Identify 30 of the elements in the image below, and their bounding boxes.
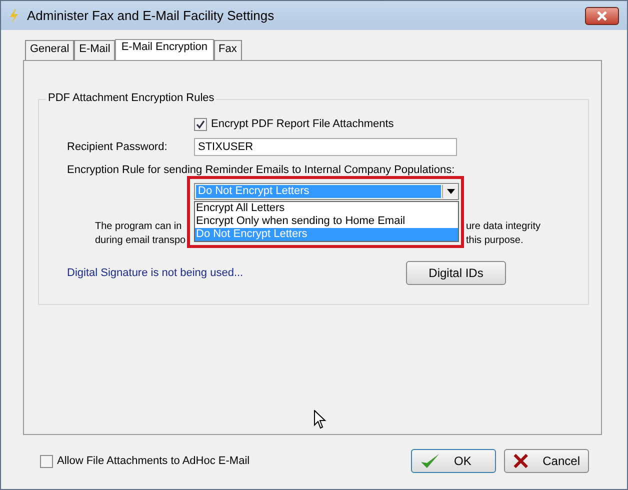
mouse-cursor-icon bbox=[314, 410, 326, 429]
checkmark-icon bbox=[420, 453, 440, 469]
ok-button[interactable]: OK bbox=[411, 449, 496, 473]
password-field[interactable]: STIXUSER bbox=[194, 138, 457, 156]
cancel-button[interactable]: Cancel bbox=[504, 449, 589, 473]
description-text: ure data integrity bbox=[466, 221, 540, 234]
tab[interactable]: General bbox=[25, 40, 74, 60]
lightning-icon bbox=[9, 8, 19, 22]
checkbox[interactable] bbox=[40, 454, 53, 468]
checkbox-label: Encrypt PDF Report File Attachments bbox=[211, 118, 394, 130]
dropdown-option[interactable]: Encrypt All Letters bbox=[195, 202, 458, 215]
digital-ids-button[interactable]: Digital IDs bbox=[406, 261, 506, 285]
close-icon bbox=[513, 453, 529, 469]
description-text: during email transpo bbox=[95, 235, 186, 248]
group-title: PDF Attachment Encryption Rules bbox=[46, 92, 216, 104]
description-text: this purpose. bbox=[466, 235, 524, 248]
window-title: Administer Fax and E-Mail Facility Settings bbox=[27, 8, 276, 23]
password-label: Recipient Password: bbox=[67, 141, 168, 153]
close-button[interactable] bbox=[585, 6, 619, 24]
tab[interactable]: Fax bbox=[214, 40, 242, 60]
description-text: The program can in bbox=[95, 221, 182, 234]
tab[interactable]: E-Mail Encryption bbox=[115, 39, 214, 60]
caret-icon bbox=[446, 189, 454, 194]
signature-status: Digital Signature is not being used... bbox=[67, 267, 244, 279]
checkbox-label: Allow File Attachments to AdHoc E-Mail bbox=[57, 455, 250, 467]
dropdown-option[interactable]: Encrypt Only when sending to Home Email bbox=[195, 215, 458, 228]
checkbox[interactable] bbox=[194, 118, 207, 130]
rule-label: Encryption Rule for sending Reminder Emails to Internal Company Populations: bbox=[67, 164, 456, 176]
close-icon bbox=[596, 10, 608, 20]
tab[interactable]: E-Mail bbox=[74, 40, 116, 60]
